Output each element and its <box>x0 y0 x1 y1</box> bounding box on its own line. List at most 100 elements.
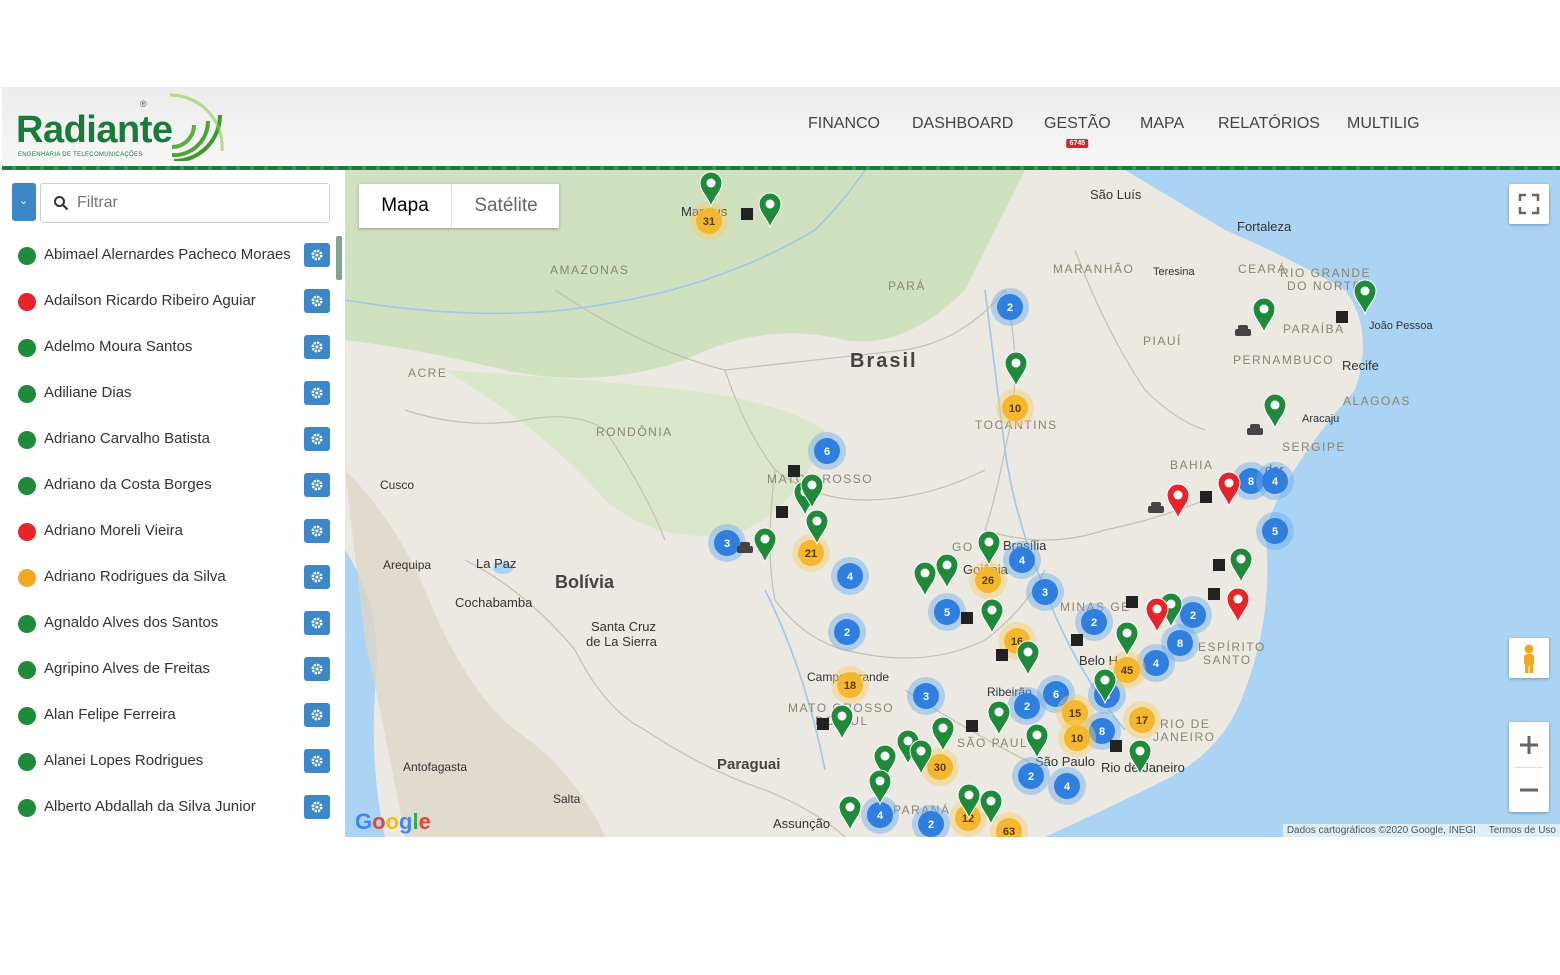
technician-settings-button[interactable] <box>304 565 330 589</box>
green-location-pin[interactable] <box>758 192 782 229</box>
nav-multilig[interactable]: MULTILIG <box>1347 115 1420 141</box>
blue-cluster-marker[interactable]: 4 <box>831 557 869 595</box>
filter-input[interactable] <box>75 192 319 214</box>
green-location-pin[interactable] <box>830 704 854 741</box>
nav-mapa[interactable]: MAPA <box>1140 115 1184 141</box>
red-location-pin[interactable] <box>1226 587 1250 624</box>
technician-row[interactable]: Adriano Moreli Vieira <box>2 508 336 554</box>
green-location-pin[interactable] <box>1016 640 1040 677</box>
nav-gestao[interactable]: GESTÃO 6745 <box>1044 115 1111 148</box>
nav-dashboard[interactable]: DASHBOARD <box>912 115 1013 141</box>
orange-cluster-marker[interactable]: 10 <box>1058 719 1096 757</box>
technician-row[interactable]: Alan Felipe Ferreira <box>2 692 336 738</box>
green-location-pin[interactable] <box>1229 547 1253 584</box>
equipment-square-marker[interactable] <box>788 465 800 477</box>
nav-relatorios[interactable]: RELATÓRIOS <box>1218 115 1320 141</box>
vehicle-icon[interactable] <box>1148 502 1164 513</box>
equipment-square-marker[interactable] <box>1071 634 1083 646</box>
map-view[interactable]: Mapa Satélite Brasil Bolívia Paraguai AM… <box>345 170 1560 837</box>
technician-settings-button[interactable] <box>304 381 330 405</box>
map-terms-link[interactable]: Termos de Uso <box>1489 825 1556 836</box>
equipment-square-marker[interactable] <box>776 506 788 518</box>
green-location-pin[interactable] <box>1263 393 1287 430</box>
equipment-square-marker[interactable] <box>966 720 978 732</box>
green-location-pin[interactable] <box>1128 739 1152 776</box>
green-location-pin[interactable] <box>753 527 777 564</box>
sidebar-collapse-button[interactable]: ⌄ <box>12 183 36 221</box>
equipment-square-marker[interactable] <box>1126 596 1138 608</box>
equipment-square-marker[interactable] <box>1336 311 1348 323</box>
orange-cluster-marker[interactable]: 26 <box>969 561 1007 599</box>
orange-cluster-marker[interactable]: 18 <box>831 666 869 704</box>
technician-row[interactable]: Adriano Carvalho Batista <box>2 416 336 462</box>
technician-row[interactable]: Agnaldo Alves dos Santos <box>2 600 336 646</box>
red-location-pin[interactable] <box>1217 471 1241 508</box>
technician-settings-button[interactable] <box>304 795 330 819</box>
green-location-pin[interactable] <box>980 598 1004 635</box>
blue-cluster-marker[interactable]: 4 <box>1048 767 1086 805</box>
green-location-pin[interactable] <box>1025 723 1049 760</box>
technician-row[interactable]: Agripino Alves de Freitas <box>2 646 336 692</box>
blue-cluster-marker[interactable]: 5 <box>1256 512 1294 550</box>
orange-cluster-marker[interactable]: 10 <box>996 389 1034 427</box>
green-location-pin[interactable] <box>931 716 955 753</box>
technician-settings-button[interactable] <box>304 289 330 313</box>
technician-settings-button[interactable] <box>304 749 330 773</box>
blue-cluster-marker[interactable]: 6 <box>808 432 846 470</box>
blue-cluster-marker[interactable]: 5 <box>928 593 966 631</box>
equipment-square-marker[interactable] <box>961 612 973 624</box>
technician-row[interactable]: Alanei Lopes Rodrigues <box>2 738 336 784</box>
equipment-square-marker[interactable] <box>1208 588 1220 600</box>
technician-settings-button[interactable] <box>304 703 330 727</box>
equipment-square-marker[interactable] <box>741 208 753 220</box>
blue-cluster-marker[interactable]: 2 <box>991 288 1029 326</box>
orange-cluster-marker[interactable]: 31 <box>690 202 728 240</box>
vehicle-icon[interactable] <box>1235 325 1251 336</box>
blue-cluster-marker[interactable]: 2 <box>1012 757 1050 795</box>
technician-row[interactable]: Adiliane Dias <box>2 370 336 416</box>
green-location-pin[interactable] <box>1252 297 1276 334</box>
green-location-pin[interactable] <box>838 795 862 832</box>
technician-row[interactable]: Adriano Rodrigues da Silva <box>2 554 336 600</box>
green-location-pin[interactable] <box>913 561 937 598</box>
blue-cluster-marker[interactable]: 4 <box>1256 462 1294 500</box>
blue-cluster-marker[interactable]: 2 <box>828 613 866 651</box>
green-location-pin[interactable] <box>1004 351 1028 388</box>
red-location-pin[interactable] <box>1166 483 1190 520</box>
brand-logo[interactable]: Radiante ® ENGENHARIA DE TELECOMUNICAÇÕE… <box>16 93 236 161</box>
technician-settings-button[interactable] <box>304 611 330 635</box>
green-location-pin[interactable] <box>1353 279 1377 316</box>
equipment-square-marker[interactable] <box>996 649 1008 661</box>
nav-financo[interactable]: FINANCO <box>808 115 880 141</box>
blue-cluster-marker[interactable]: 2 <box>912 805 950 837</box>
technician-settings-button[interactable] <box>304 335 330 359</box>
blue-cluster-marker[interactable]: 3 <box>1026 573 1064 611</box>
blue-cluster-marker[interactable]: 3 <box>907 677 945 715</box>
technician-settings-button[interactable] <box>304 519 330 543</box>
technician-row[interactable]: Adelmo Moura Santos <box>2 324 336 370</box>
equipment-square-marker[interactable] <box>1200 491 1212 503</box>
orange-cluster-marker[interactable]: 17 <box>1123 701 1161 739</box>
green-location-pin[interactable] <box>987 700 1011 737</box>
technician-row[interactable]: Abimael Alernardes Pacheco Moraes <box>2 232 336 278</box>
red-location-pin[interactable] <box>1145 597 1169 634</box>
equipment-square-marker[interactable] <box>817 718 829 730</box>
green-location-pin[interactable] <box>977 530 1001 567</box>
equipment-square-marker[interactable] <box>1110 740 1122 752</box>
technician-settings-button[interactable] <box>304 657 330 681</box>
orange-cluster-marker[interactable]: 21 <box>792 534 830 572</box>
equipment-square-marker[interactable] <box>1213 559 1225 571</box>
green-location-pin[interactable] <box>935 553 959 590</box>
green-location-pin[interactable] <box>699 171 723 208</box>
technician-row[interactable]: Adriano da Costa Borges <box>2 462 336 508</box>
blue-cluster-marker[interactable]: 4 <box>1003 541 1041 579</box>
technician-row[interactable]: Adailson Ricardo Ribeiro Aguiar <box>2 278 336 324</box>
technician-row[interactable]: Alberto Abdallah da Silva Junior <box>2 784 336 830</box>
technician-settings-button[interactable] <box>304 243 330 267</box>
vehicle-icon[interactable] <box>1247 424 1263 435</box>
filter-field[interactable] <box>40 183 330 223</box>
sidebar-scrollbar[interactable] <box>336 236 342 280</box>
technician-settings-button[interactable] <box>304 427 330 451</box>
green-location-pin[interactable] <box>1115 621 1139 658</box>
technician-settings-button[interactable] <box>304 473 330 497</box>
